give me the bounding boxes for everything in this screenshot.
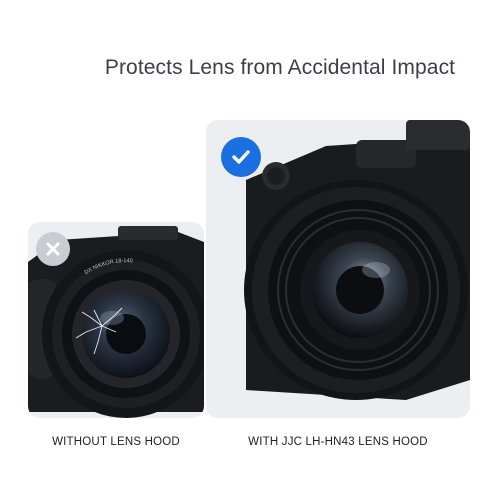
page-title: Protects Lens from Accidental Impact (104, 56, 456, 79)
check-icon (221, 137, 261, 177)
caption-with-hood: WITH JJC LH-HN43 LENS HOOD (248, 436, 428, 448)
caption-without-hood: WITHOUT LENS HOOD (52, 436, 180, 448)
x-icon (36, 232, 70, 266)
